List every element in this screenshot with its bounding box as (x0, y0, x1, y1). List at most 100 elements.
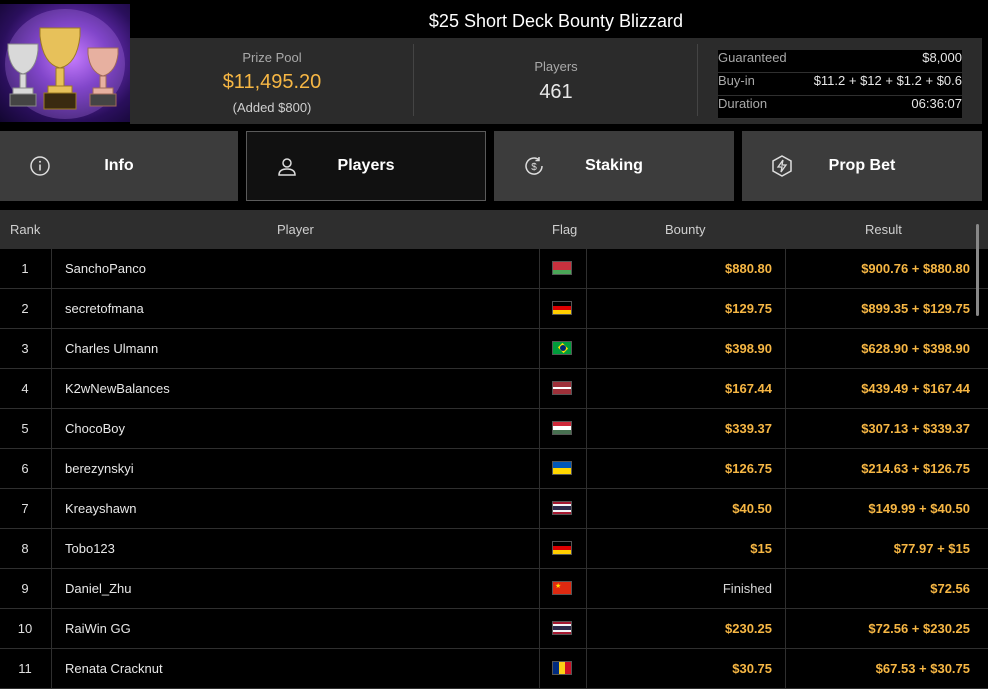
player-name[interactable]: Tobo123 (51, 529, 539, 568)
flag-cell (539, 369, 587, 408)
prize-pool-label: Prize Pool (242, 50, 302, 65)
table-row[interactable]: 7 Kreayshawn $40.50 $149.99 + $40.50 (0, 489, 988, 529)
player-name[interactable]: Kreayshawn (51, 489, 539, 528)
flag-cell (539, 489, 587, 528)
bounty-cell: $129.75 (725, 301, 772, 316)
players-label: Players (534, 59, 578, 74)
rank-cell: 5 (21, 421, 29, 436)
tab-prop-bet[interactable]: Prop Bet (742, 131, 982, 201)
table-row[interactable]: 10 RaiWin GG $230.25 $72.56 + $230.25 (0, 609, 988, 649)
flag-cell (539, 289, 587, 328)
result-cell: $67.53 + $30.75 (785, 649, 982, 688)
rank-cell: 2 (21, 301, 29, 316)
hungary-flag-icon (552, 421, 572, 435)
rank-cell: 1 (21, 261, 29, 276)
belarus-flag-icon (552, 261, 572, 275)
bounty-cell: $230.25 (725, 621, 772, 636)
rank-cell: 11 (18, 661, 32, 676)
table-body: 1 SanchoPanco $880.80 $900.76 + $880.80 2 sec… (0, 249, 988, 689)
table-row[interactable]: 1 SanchoPanco $880.80 $900.76 + $880.80 (0, 249, 988, 289)
col-player-header[interactable]: Player (277, 222, 314, 237)
table-row[interactable]: 2 secretofmana $129.75 $899.35 + $129.75 (0, 289, 988, 329)
tournament-header: $25 Short Deck Bounty Blizzard Prize Poo… (0, 0, 988, 124)
table-row[interactable]: 6 berezynskyi $126.75 $214.63 + $126.75 (0, 449, 988, 489)
col-flag-header[interactable]: Flag (552, 222, 577, 237)
flag-cell (539, 609, 587, 648)
buyin-value: $11.2 + $12 + $1.2 + $0.6 (813, 73, 962, 88)
rank-cell: 6 (21, 461, 29, 476)
flag-cell (539, 329, 587, 368)
player-name[interactable]: Charles Ulmann (51, 329, 539, 368)
duration-label: Duration (718, 96, 768, 111)
col-result-header[interactable]: Result (865, 222, 902, 237)
divider (697, 44, 698, 116)
tab-players[interactable]: Players (246, 131, 486, 201)
guaranteed-label: Guaranteed (718, 50, 787, 65)
bounty-cell: $30.75 (732, 661, 772, 676)
table-row[interactable]: 4 K2wNewBalances $167.44 $439.49 + $167.44 (0, 369, 988, 409)
player-name[interactable]: secretofmana (51, 289, 539, 328)
bounty-cell: $398.90 (725, 341, 772, 356)
brazil-flag-icon (552, 341, 572, 355)
china-flag-icon: ★ (552, 581, 572, 595)
bounty-cell: $40.50 (732, 501, 772, 516)
result-cell: $72.56 (785, 569, 982, 608)
result-cell: $77.97 + $15 (785, 529, 982, 568)
player-name[interactable]: berezynskyi (51, 449, 539, 488)
thailand-flag-icon (552, 501, 572, 515)
trophy-image (0, 4, 130, 122)
tournament-title: $25 Short Deck Bounty Blizzard (130, 4, 982, 38)
rank-cell: 4 (21, 381, 29, 396)
player-name[interactable]: RaiWin GG (51, 609, 539, 648)
thailand-flag-icon (552, 621, 572, 635)
table-row[interactable]: 3 Charles Ulmann $398.90 $628.90 + $398.90 (0, 329, 988, 369)
tab-info[interactable]: Info (0, 131, 238, 201)
table-row[interactable]: 9 Daniel_Zhu ★ Finished $72.56 (0, 569, 988, 609)
flag-cell (539, 449, 587, 488)
buyin-label: Buy-in (718, 73, 755, 88)
result-cell: $628.90 + $398.90 (785, 329, 982, 368)
table-row[interactable]: 5 ChocoBoy $339.37 $307.13 + $339.37 (0, 409, 988, 449)
players-count-cell: Players 461 (414, 38, 698, 124)
tab-staking[interactable]: $ Staking (494, 131, 734, 201)
col-rank-header[interactable]: Rank (10, 222, 40, 237)
result-cell: $214.63 + $126.75 (785, 449, 982, 488)
flag-cell: ★ (539, 569, 587, 608)
germany-flag-icon (552, 301, 572, 315)
table-row[interactable]: 8 Tobo123 $15 $77.97 + $15 (0, 529, 988, 569)
bounty-cell: Finished (722, 581, 772, 596)
bounty-cell: $126.75 (725, 461, 772, 476)
result-cell: $149.99 + $40.50 (785, 489, 982, 528)
guaranteed-value: $8,000 (922, 50, 962, 65)
player-name[interactable]: Daniel_Zhu (51, 569, 539, 608)
player-name[interactable]: K2wNewBalances (51, 369, 539, 408)
result-cell: $439.49 + $167.44 (785, 369, 982, 408)
rank-cell: 8 (21, 541, 29, 556)
player-name[interactable]: SanchoPanco (51, 249, 539, 288)
players-count: 461 (539, 81, 573, 103)
player-name[interactable]: Renata Cracknut (51, 649, 539, 688)
ukraine-flag-icon (552, 461, 572, 475)
table-row[interactable]: 11 Renata Cracknut $30.75 $67.53 + $30.75 (0, 649, 988, 689)
tab-players-label: Players (337, 157, 395, 174)
tab-staking-label: Staking (585, 157, 643, 174)
result-cell: $900.76 + $880.80 (785, 249, 982, 288)
latvia-flag-icon (552, 381, 572, 395)
result-cell: $72.56 + $230.25 (785, 609, 982, 648)
players-table: Rank Player Flag Bounty Result 1 SanchoPa… (0, 210, 988, 689)
prize-pool-amount: $11,495.20 (222, 71, 322, 93)
result-cell: $307.13 + $339.37 (785, 409, 982, 448)
tab-prop-bet-label: Prop Bet (828, 157, 896, 174)
bounty-cell: $339.37 (725, 421, 772, 436)
table-scrollbar[interactable] (976, 224, 979, 316)
tournament-info-bar: Prize Pool $11,495.20 (Added $800) Playe… (130, 38, 982, 124)
player-name[interactable]: ChocoBoy (51, 409, 539, 448)
rank-cell: 10 (17, 621, 33, 636)
col-bounty-header[interactable]: Bounty (665, 222, 705, 237)
duration-value: 06:36:07 (911, 96, 962, 111)
buyin-row: Buy-in $11.2 + $12 + $1.2 + $0.6 (718, 73, 962, 96)
bounty-cell: $880.80 (725, 261, 772, 276)
flag-cell (539, 409, 587, 448)
flag-cell (539, 249, 587, 288)
prize-pool-cell: Prize Pool $11,495.20 (Added $800) (130, 38, 414, 124)
